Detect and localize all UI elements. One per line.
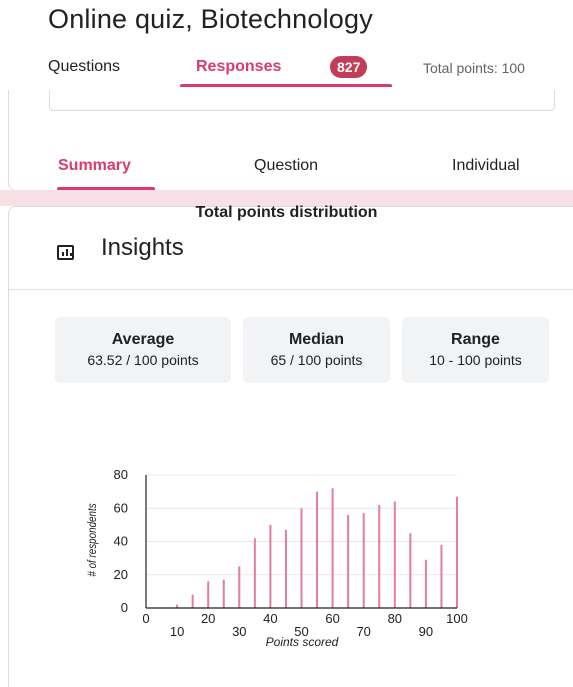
responses-count-badge: 827 — [330, 56, 368, 78]
stat-label: Range — [451, 331, 500, 348]
chart-bar — [316, 491, 319, 608]
chart-bar — [207, 581, 210, 608]
chart-bar — [331, 488, 334, 608]
tab-questions[interactable]: Questions — [48, 58, 120, 76]
stat-label: Average — [111, 331, 175, 348]
y-tick-label: 20 — [114, 567, 128, 582]
chart-bar — [393, 501, 396, 608]
x-tick-label: 40 — [263, 611, 277, 626]
chart-bar — [191, 594, 194, 608]
points-distribution-chart: 020406080 0102030405060708090100 Points … — [86, 467, 468, 649]
active-tab-indicator — [180, 84, 392, 87]
chart-bar — [238, 566, 241, 608]
y-tick-label: 60 — [114, 500, 128, 515]
responses-summary-card: Summary Question Individual — [8, 90, 573, 191]
x-tick-label: 0 — [142, 611, 149, 626]
x-tick-label: 10 — [170, 624, 184, 639]
x-tick-label: 100 — [446, 611, 468, 626]
tab-responses[interactable]: Responses — [196, 58, 281, 76]
x-tick-label: 90 — [419, 624, 433, 639]
chart-bar — [409, 533, 412, 608]
chart-bar — [284, 529, 287, 608]
chart-bar — [253, 538, 256, 608]
divider — [9, 289, 573, 290]
y-axis-label: # of respondents — [86, 503, 99, 577]
chart-bar — [440, 544, 443, 608]
x-tick-label: 60 — [325, 611, 339, 626]
y-tick-label: 80 — [114, 467, 128, 482]
chart-bar — [269, 524, 272, 608]
insights-title: Insights — [101, 234, 184, 261]
stat-average: Average 63.52 / 100 points — [55, 317, 231, 383]
chart-bar — [222, 579, 225, 608]
top-tabs: Questions Responses 827 Total points: 10… — [0, 50, 573, 90]
tab-individual[interactable]: Individual — [452, 157, 520, 175]
chart-bar — [378, 504, 381, 608]
total-points-label: Total points: 100 — [423, 60, 525, 76]
stat-median: Median 65 / 100 points — [243, 317, 390, 383]
input-field-partial[interactable] — [49, 90, 555, 111]
x-tick-label: 20 — [201, 611, 215, 626]
chart-bar — [456, 496, 458, 608]
y-tick-label: 40 — [114, 534, 128, 549]
chart-bar — [424, 559, 427, 608]
tab-question[interactable]: Question — [254, 157, 318, 175]
stat-value: 65 / 100 points — [270, 352, 363, 368]
insights-chart-icon — [57, 245, 74, 260]
stat-value: 63.52 / 100 points — [87, 352, 199, 368]
chart-bar — [347, 514, 350, 608]
chart-bar — [300, 508, 303, 608]
chart-bar — [362, 513, 365, 608]
y-tick-label: 0 — [121, 600, 128, 615]
x-tick-label: 80 — [388, 611, 402, 626]
page-title: Online quiz, Biotechnology — [48, 4, 373, 34]
stat-range: Range 10 - 100 points — [402, 317, 549, 383]
stat-label: Median — [288, 331, 345, 348]
x-tick-label: 70 — [356, 624, 370, 639]
chart-title: Total points distribution — [195, 204, 378, 221]
tab-summary[interactable]: Summary — [58, 157, 131, 175]
stat-value: 10 - 100 points — [429, 352, 522, 368]
x-axis-label: Points scored — [266, 635, 339, 649]
x-tick-label: 30 — [232, 624, 246, 639]
